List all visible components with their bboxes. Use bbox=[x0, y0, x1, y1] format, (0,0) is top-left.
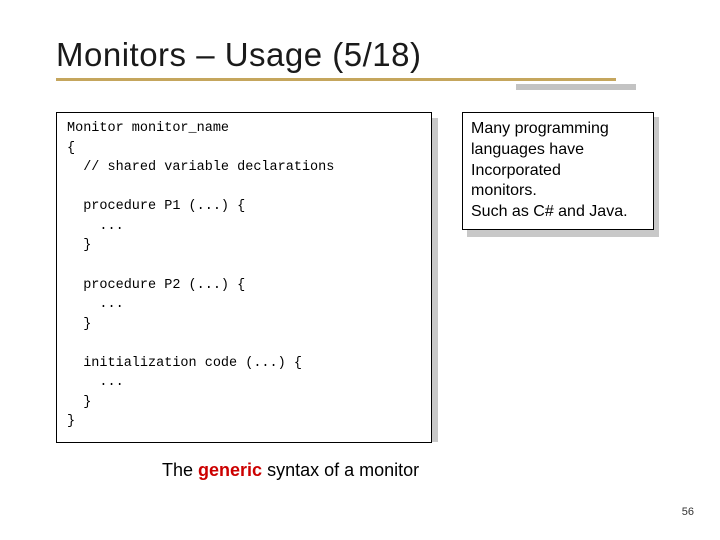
code-box-face: Monitor monitor_name { // shared variabl… bbox=[56, 112, 432, 443]
code-text: Monitor monitor_name { // shared variabl… bbox=[67, 119, 421, 432]
code-box: Monitor monitor_name { // shared variabl… bbox=[56, 112, 432, 443]
info-line: monitors. bbox=[471, 181, 645, 202]
caption: The generic syntax of a monitor bbox=[162, 460, 419, 481]
accent-bar-grey bbox=[516, 84, 636, 90]
info-line: Many programming bbox=[471, 119, 645, 140]
page-number: 56 bbox=[682, 506, 694, 518]
accent-bar bbox=[56, 78, 616, 81]
slide-title: Monitors – Usage (5/18) bbox=[56, 36, 672, 74]
caption-post: syntax of a monitor bbox=[262, 460, 419, 480]
info-box: Many programming languages have Incorpor… bbox=[462, 112, 654, 230]
info-line: Incorporated bbox=[471, 161, 645, 182]
info-box-face: Many programming languages have Incorpor… bbox=[462, 112, 654, 230]
info-line: languages have bbox=[471, 140, 645, 161]
caption-pre: The bbox=[162, 460, 198, 480]
caption-strong: generic bbox=[198, 460, 262, 480]
slide: Monitors – Usage (5/18) Monitor monitor_… bbox=[0, 0, 720, 540]
title-underline bbox=[56, 78, 672, 90]
info-line: Such as C# and Java. bbox=[471, 202, 645, 223]
